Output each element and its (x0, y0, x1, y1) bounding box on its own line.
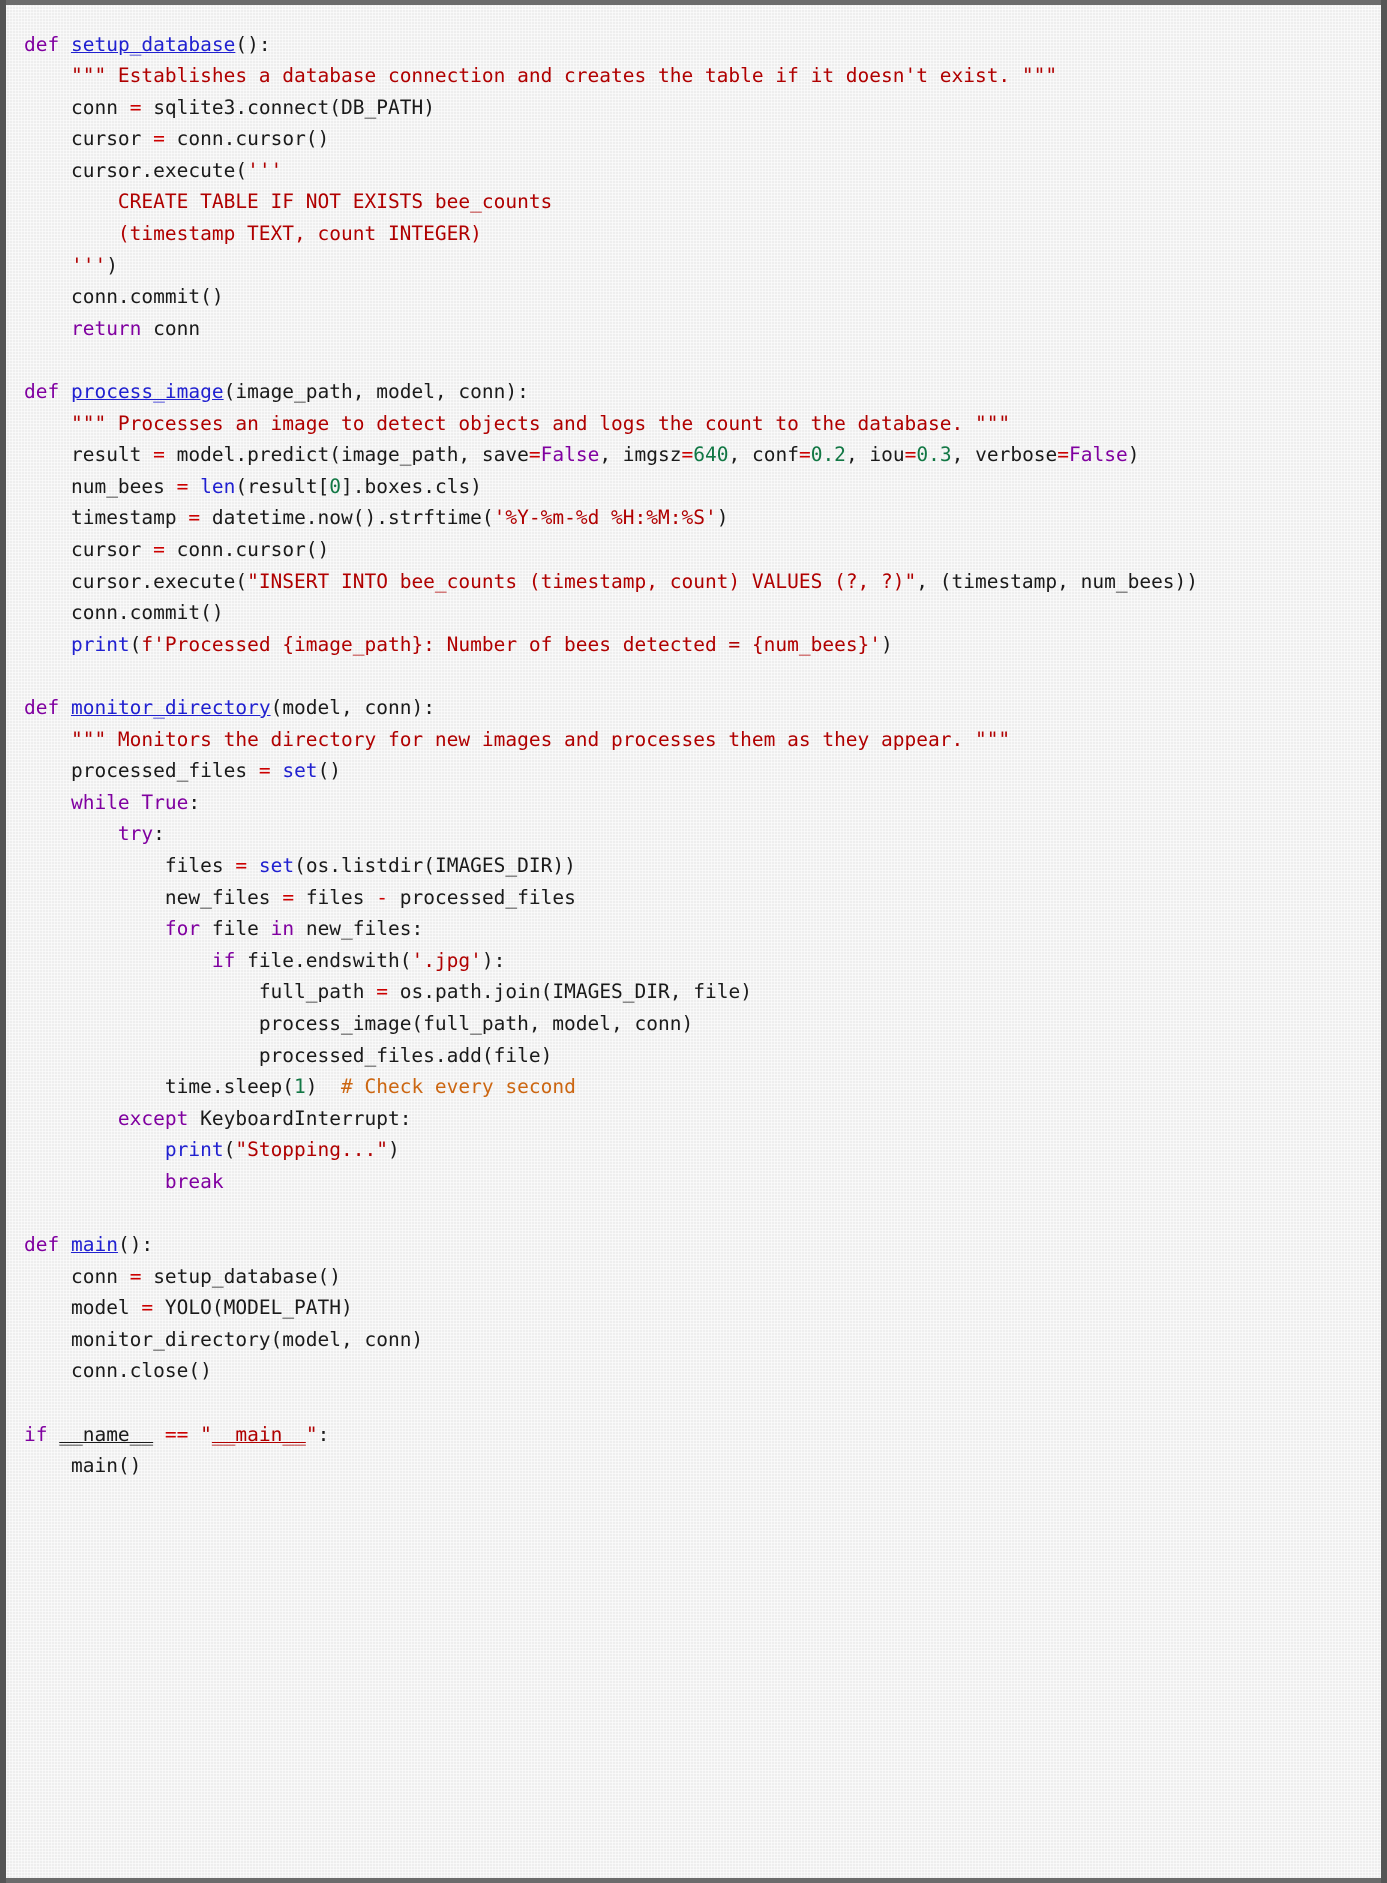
code-line: result = model.predict(image_path, save=… (70, 443, 1140, 467)
code-line: """ Monitors the directory for new image… (70, 727, 1011, 751)
code-line: cursor = conn.cursor() (70, 538, 330, 561)
code-line: def process_image(image_path, model, con… (24, 380, 529, 404)
code-line: if __name__ == "__main__": (24, 1422, 330, 1446)
code-line: def monitor_directory(model, conn): (24, 695, 435, 719)
code-line: (timestamp TEXT, count INTEGER) (24, 222, 482, 246)
code-line: processed_files.add(file) (258, 1043, 553, 1067)
code-line: monitor_directory(model, conn) (70, 1327, 424, 1351)
code-line: conn.commit() (70, 601, 224, 625)
code-line: if file.endswith('.jpg'): (211, 948, 506, 972)
code-line: while True: (70, 790, 201, 814)
code-line: except KeyboardInterrupt: (117, 1106, 412, 1130)
code-line: conn = setup_database() (70, 1264, 342, 1288)
code-line: main() (70, 1454, 142, 1478)
code-line: CREATE TABLE IF NOT EXISTS bee_counts (24, 190, 553, 214)
code-line: cursor.execute(''' (70, 158, 283, 182)
code-line: files = set(os.listdir(IMAGES_DIR)) (164, 853, 576, 877)
python-code-block[interactable]: def setup_database(): """ Establishes a … (6, 25, 1381, 1482)
code-line: conn = sqlite3.connect(DB_PATH) (70, 95, 435, 119)
code-line: break (164, 1169, 224, 1193)
code-line: print(f'Processed {image_path}: Number o… (70, 632, 893, 656)
code-line: def setup_database(): (24, 32, 271, 56)
code-line: """ Establishes a database connection an… (70, 64, 1058, 88)
code-line: ''') (70, 253, 118, 277)
code-line: time.sleep(1) # Check every second (164, 1075, 576, 1099)
code-line: return conn (70, 316, 201, 340)
code-line: timestamp = datetime.now().strftime('%Y-… (70, 506, 729, 530)
code-line: for file in new_files: (164, 917, 424, 941)
code-line: model = YOLO(MODEL_PATH) (70, 1296, 353, 1320)
code-line: def main(): (24, 1233, 154, 1257)
code-line: processed_files = set() (70, 759, 342, 783)
code-line: cursor = conn.cursor() (70, 127, 330, 151)
code-line: full_path = os.path.join(IMAGES_DIR, fil… (258, 980, 752, 1004)
code-line: """ Processes an image to detect objects… (70, 411, 1011, 435)
code-line: cursor.execute("INSERT INTO bee_counts (… (70, 569, 1199, 593)
code-line: conn.commit() (70, 285, 224, 309)
code-line: num_bees = len(result[0].boxes.cls) (70, 474, 482, 498)
code-line: print("Stopping...") (164, 1138, 400, 1162)
code-line: conn.close() (70, 1359, 212, 1383)
code-line: process_image(full_path, model, conn) (258, 1011, 694, 1035)
code-line: try: (117, 822, 165, 846)
code-listing-page: def setup_database(): """ Establishes a … (0, 0, 1387, 1883)
code-line: new_files = files - processed_files (164, 885, 576, 909)
